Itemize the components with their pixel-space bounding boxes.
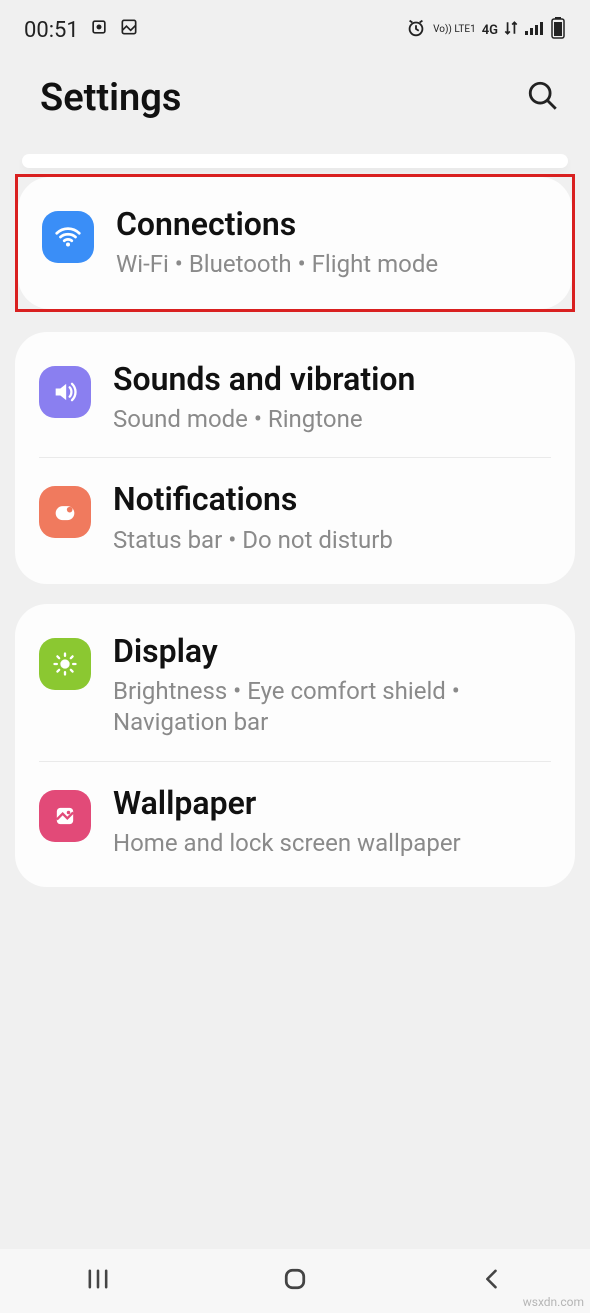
alarm-icon <box>89 17 109 43</box>
recents-button[interactable] <box>84 1265 112 1297</box>
page-title: Settings <box>40 76 181 120</box>
top-shadow <box>22 154 568 168</box>
item-subtitle: Home and lock screen wallpaper <box>113 828 551 859</box>
item-subtitle: Status bar • Do not disturb <box>113 525 551 556</box>
settings-card: Display Brightness • Eye comfort shield … <box>15 604 575 887</box>
display-icon <box>39 638 91 690</box>
status-bar: 00:51 Vo)) LTE1 4G <box>0 0 590 50</box>
settings-item-display[interactable]: Display Brightness • Eye comfort shield … <box>15 610 575 761</box>
settings-item-sounds[interactable]: Sounds and vibration Sound mode • Ringto… <box>15 338 575 458</box>
item-subtitle: Sound mode • Ringtone <box>113 404 551 435</box>
item-subtitle: Wi‑Fi • Bluetooth • Flight mode <box>116 249 548 280</box>
status-left: 00:51 <box>24 17 139 43</box>
alarm-clock-icon <box>405 17 427 43</box>
settings-item-connections[interactable]: Connections Wi‑Fi • Bluetooth • Flight m… <box>18 183 572 303</box>
settings-item-wallpaper[interactable]: Wallpaper Home and lock screen wallpaper <box>39 761 551 882</box>
search-icon[interactable] <box>526 79 560 117</box>
connections-highlight: Connections Wi‑Fi • Bluetooth • Flight m… <box>15 174 575 312</box>
notifications-icon <box>39 486 91 538</box>
status-time: 00:51 <box>24 18 79 43</box>
android-nav-bar <box>0 1249 590 1313</box>
watermark: wsxdn.com <box>523 1295 584 1309</box>
settings-card: Sounds and vibration Sound mode • Ringto… <box>15 332 575 584</box>
back-button[interactable] <box>478 1265 506 1297</box>
item-title: Sounds and vibration <box>113 360 551 398</box>
settings-header: Settings <box>0 50 590 154</box>
settings-item-notifications[interactable]: Notifications Status bar • Do not distur… <box>39 457 551 578</box>
item-title: Display <box>113 632 551 670</box>
signal-icon <box>524 20 544 40</box>
wifi-icon <box>42 211 94 263</box>
sound-icon <box>39 366 91 418</box>
data-arrows-icon <box>504 20 518 40</box>
gallery-icon <box>119 17 139 43</box>
battery-icon <box>550 17 566 43</box>
status-right: Vo)) LTE1 4G <box>405 17 566 43</box>
wallpaper-icon <box>39 790 91 842</box>
home-button[interactable] <box>280 1264 310 1298</box>
network-indicator: 4G <box>482 23 498 38</box>
item-subtitle: Brightness • Eye comfort shield • Naviga… <box>113 676 551 738</box>
item-title: Connections <box>116 205 548 243</box>
item-title: Wallpaper <box>113 784 551 822</box>
volte-indicator: Vo)) LTE1 <box>433 25 476 35</box>
item-title: Notifications <box>113 480 551 518</box>
